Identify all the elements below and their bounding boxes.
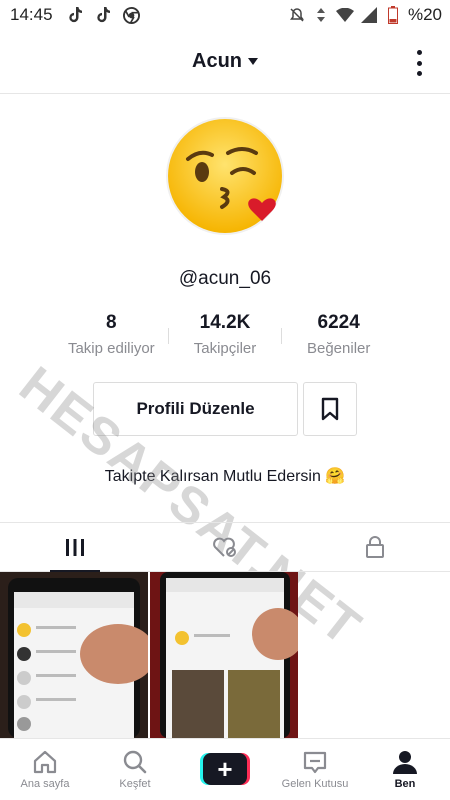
profile-bio: Takipte Kalırsan Mutlu Edersin 🤗 bbox=[104, 468, 346, 485]
video-grid bbox=[0, 572, 450, 738]
caret-down-icon bbox=[248, 58, 258, 65]
plus-icon: + bbox=[203, 752, 247, 785]
followers-count: 14.2K bbox=[199, 312, 251, 333]
following-count: 8 bbox=[106, 312, 117, 333]
search-icon bbox=[123, 750, 147, 774]
followers-stat[interactable]: 14.2K Takipçiler bbox=[169, 312, 282, 362]
tiktok-icon bbox=[95, 6, 113, 24]
more-vertical-icon bbox=[416, 50, 422, 55]
create-video-button[interactable]: + bbox=[200, 752, 250, 785]
likes-count: 6224 bbox=[317, 312, 360, 333]
profile-stats: 8 Takip ediliyor 14.2K Takipçiler 6224 B… bbox=[55, 312, 395, 362]
nav-create[interactable]: + bbox=[180, 739, 270, 800]
lock-icon bbox=[366, 536, 384, 558]
likes-stat[interactable]: 6224 Beğeniler bbox=[282, 312, 395, 362]
mute-icon bbox=[288, 6, 306, 24]
nav-discover[interactable]: Keşfet bbox=[90, 739, 180, 800]
followers-label: Takipçiler bbox=[193, 340, 257, 357]
avatar[interactable] bbox=[166, 117, 284, 235]
video-thumbnail[interactable] bbox=[0, 572, 148, 738]
tab-private[interactable] bbox=[300, 523, 450, 571]
home-icon bbox=[33, 750, 57, 774]
tab-videos[interactable] bbox=[0, 523, 150, 572]
wifi-icon bbox=[335, 6, 354, 24]
nav-discover-label: Keşfet bbox=[119, 778, 151, 790]
tab-liked[interactable] bbox=[150, 523, 300, 571]
nav-home[interactable]: Ana sayfa bbox=[0, 739, 90, 800]
status-bar: 14:45 %20 bbox=[0, 0, 450, 30]
tiktok-icon bbox=[67, 6, 85, 24]
battery-percent: %20 bbox=[407, 5, 442, 24]
kissing-face-emoji bbox=[168, 119, 282, 233]
profile-header: Acun bbox=[0, 30, 450, 94]
following-label: Takip ediliyor bbox=[67, 340, 155, 357]
bottom-navigation: Ana sayfa Keşfet + Gelen Kutusu Ben bbox=[0, 738, 450, 800]
nav-me[interactable]: Ben bbox=[360, 739, 450, 800]
favorites-button[interactable] bbox=[303, 382, 357, 436]
profile-handle: @acun_06 bbox=[178, 268, 272, 289]
liked-heart-icon bbox=[213, 537, 236, 557]
edit-profile-button[interactable]: Profili Düzenle bbox=[93, 382, 298, 436]
battery-icon bbox=[384, 6, 402, 24]
grid-icon bbox=[66, 539, 84, 556]
data-arrows-icon bbox=[312, 6, 330, 24]
account-switcher[interactable]: Acun bbox=[192, 50, 258, 73]
more-options-button[interactable] bbox=[414, 50, 424, 76]
signal-icon bbox=[360, 6, 378, 24]
nav-me-label: Ben bbox=[394, 778, 416, 790]
nav-inbox-label: Gelen Kutusu bbox=[281, 778, 349, 790]
inbox-icon bbox=[303, 751, 327, 774]
nav-home-label: Ana sayfa bbox=[20, 778, 70, 790]
account-name: Acun bbox=[192, 50, 242, 72]
likes-label: Beğeniler bbox=[306, 340, 371, 357]
following-stat[interactable]: 8 Takip ediliyor bbox=[55, 312, 168, 362]
status-time: 14:45 bbox=[10, 5, 53, 24]
bookmark-icon bbox=[321, 397, 339, 421]
content-tabs bbox=[0, 522, 450, 572]
chrome-icon bbox=[123, 6, 141, 24]
profile-icon bbox=[393, 751, 417, 774]
video-thumbnail[interactable] bbox=[150, 572, 298, 738]
nav-inbox[interactable]: Gelen Kutusu bbox=[270, 739, 360, 800]
